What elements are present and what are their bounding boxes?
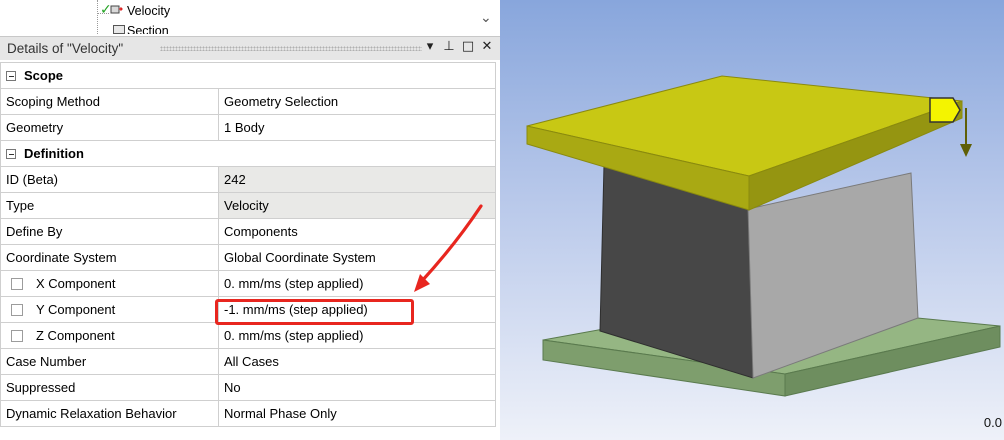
property-value[interactable]: Normal Phase Only	[218, 400, 496, 427]
chevron-down-icon[interactable]: ⌄	[480, 10, 492, 26]
velocity-marker-icon	[929, 97, 961, 123]
collapse-icon[interactable]	[6, 71, 16, 81]
table-row[interactable]: Dynamic Relaxation Behavior Normal Phase…	[0, 400, 496, 427]
table-row[interactable]: Coordinate System Global Coordinate Syst…	[0, 244, 496, 271]
property-value[interactable]: All Cases	[218, 348, 496, 375]
pin-icon[interactable]: ⊥	[442, 39, 456, 54]
property-value[interactable]: 1 Body	[218, 114, 496, 141]
property-label: Y Component	[36, 302, 116, 317]
parameter-checkbox[interactable]	[11, 330, 23, 342]
table-row[interactable]: Suppressed No	[0, 374, 496, 401]
tree-connector	[97, 0, 98, 34]
maximize-icon[interactable]: □	[461, 39, 475, 54]
table-row[interactable]: Define By Components	[0, 218, 496, 245]
tree-item-section[interactable]: Section	[127, 24, 169, 34]
property-value[interactable]: Components	[218, 218, 496, 245]
property-value[interactable]: 0. mm/ms (step applied)	[218, 322, 496, 349]
velocity-arrow-head	[960, 144, 972, 157]
table-row[interactable]: Case Number All Cases	[0, 348, 496, 375]
property-name-y: Y Component	[0, 296, 219, 323]
group-scope[interactable]: Scope	[0, 62, 496, 89]
property-name-x: X Component	[0, 270, 219, 297]
property-name: Coordinate System	[0, 244, 219, 271]
group-row-definition[interactable]: Definition	[0, 140, 496, 167]
property-name: Scoping Method	[0, 88, 219, 115]
details-title: Details of "Velocity"	[7, 41, 124, 56]
graphics-viewport[interactable]: 0.0	[500, 0, 1004, 440]
property-label: X Component	[36, 276, 116, 291]
left-panel: ✓ Velocity Section ⌄ Details of "Velocit…	[0, 0, 500, 440]
table-row[interactable]: Scoping Method Geometry Selection	[0, 88, 496, 115]
group-label: Definition	[24, 146, 84, 161]
table-row[interactable]: Type Velocity	[0, 192, 496, 219]
table-row[interactable]: Geometry 1 Body	[0, 114, 496, 141]
section-icon	[113, 25, 125, 34]
property-name: Type	[0, 192, 219, 219]
property-value[interactable]: Global Coordinate System	[218, 244, 496, 271]
property-name: Dynamic Relaxation Behavior	[0, 400, 219, 427]
velocity-icon	[110, 5, 123, 14]
model-view[interactable]	[500, 0, 1004, 440]
table-row[interactable]: Z Component 0. mm/ms (step applied)	[0, 322, 496, 349]
details-header: Details of "Velocity" ▾ ⊥ □ ✕	[0, 36, 500, 60]
property-value[interactable]: Geometry Selection	[218, 88, 496, 115]
property-value: 242	[218, 166, 496, 193]
parameter-checkbox[interactable]	[11, 278, 23, 290]
details-header-icons: ▾ ⊥ □ ✕	[423, 39, 494, 54]
scale-label: 0.0	[983, 415, 1002, 430]
group-row-scope[interactable]: Scope	[0, 62, 496, 89]
details-grid: Scope Scoping Method Geometry Selection …	[0, 62, 496, 427]
table-row[interactable]: Y Component -1. mm/ms (step applied)	[0, 296, 496, 323]
property-name: Suppressed	[0, 374, 219, 401]
property-value[interactable]: No	[218, 374, 496, 401]
panel-grip[interactable]	[160, 46, 422, 51]
property-name: Geometry	[0, 114, 219, 141]
collapse-icon[interactable]	[6, 149, 16, 159]
close-icon[interactable]: ✕	[480, 39, 494, 54]
property-name: Case Number	[0, 348, 219, 375]
property-name: ID (Beta)	[0, 166, 219, 193]
tree-item-velocity[interactable]: Velocity	[127, 4, 170, 18]
property-name-z: Z Component	[0, 322, 219, 349]
parameter-checkbox[interactable]	[11, 304, 23, 316]
property-value[interactable]: 0. mm/ms (step applied)	[218, 270, 496, 297]
property-label: Z Component	[36, 328, 115, 343]
property-name: Define By	[0, 218, 219, 245]
group-label: Scope	[24, 68, 64, 83]
dropdown-icon[interactable]: ▾	[423, 39, 437, 54]
outline-tree: ✓ Velocity Section ⌄	[0, 0, 500, 34]
property-value: Velocity	[218, 192, 496, 219]
table-row[interactable]: X Component 0. mm/ms (step applied)	[0, 270, 496, 297]
group-definition[interactable]: Definition	[0, 140, 496, 167]
property-value[interactable]: -1. mm/ms (step applied)	[218, 296, 496, 323]
table-row[interactable]: ID (Beta) 242	[0, 166, 496, 193]
